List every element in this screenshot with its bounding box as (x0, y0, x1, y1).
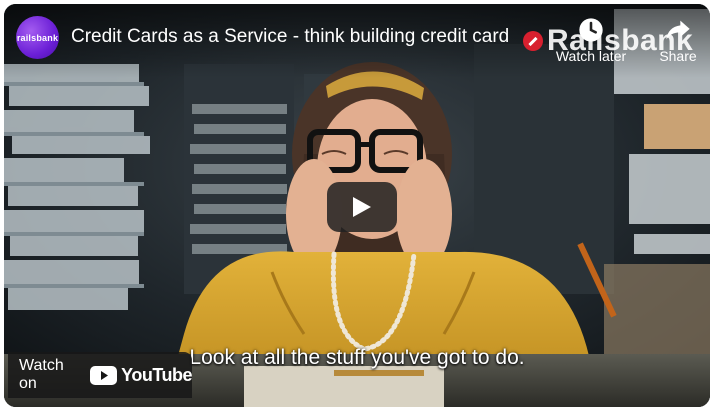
railsbank-brand-icon (523, 31, 543, 51)
clock-icon (579, 18, 603, 42)
play-button[interactable] (327, 182, 397, 232)
youtube-wordmark: YouTube (121, 364, 192, 385)
play-icon (353, 197, 371, 217)
youtube-logo-icon (90, 365, 118, 385)
share-label: Share (659, 48, 697, 64)
video-title[interactable]: Credit Cards as a Service - think buildi… (71, 26, 526, 48)
channel-avatar[interactable]: railsbank (16, 16, 59, 59)
share-arrow-icon (666, 20, 690, 40)
watch-later-label: Watch later (555, 48, 627, 64)
caption-text: Look at all the stuff you've got to do. (189, 346, 525, 369)
share-button[interactable]: Share (654, 16, 702, 64)
youtube-logo: YouTube (90, 365, 192, 386)
watch-later-button[interactable]: Watch later (550, 16, 632, 64)
watch-on-youtube-button[interactable]: Watch on YouTube (8, 352, 192, 398)
video-player[interactable]: railsbank Credit Cards as a Service - th… (4, 4, 710, 407)
watch-on-label: Watch on (19, 357, 64, 392)
channel-avatar-text: railsbank (16, 32, 59, 43)
